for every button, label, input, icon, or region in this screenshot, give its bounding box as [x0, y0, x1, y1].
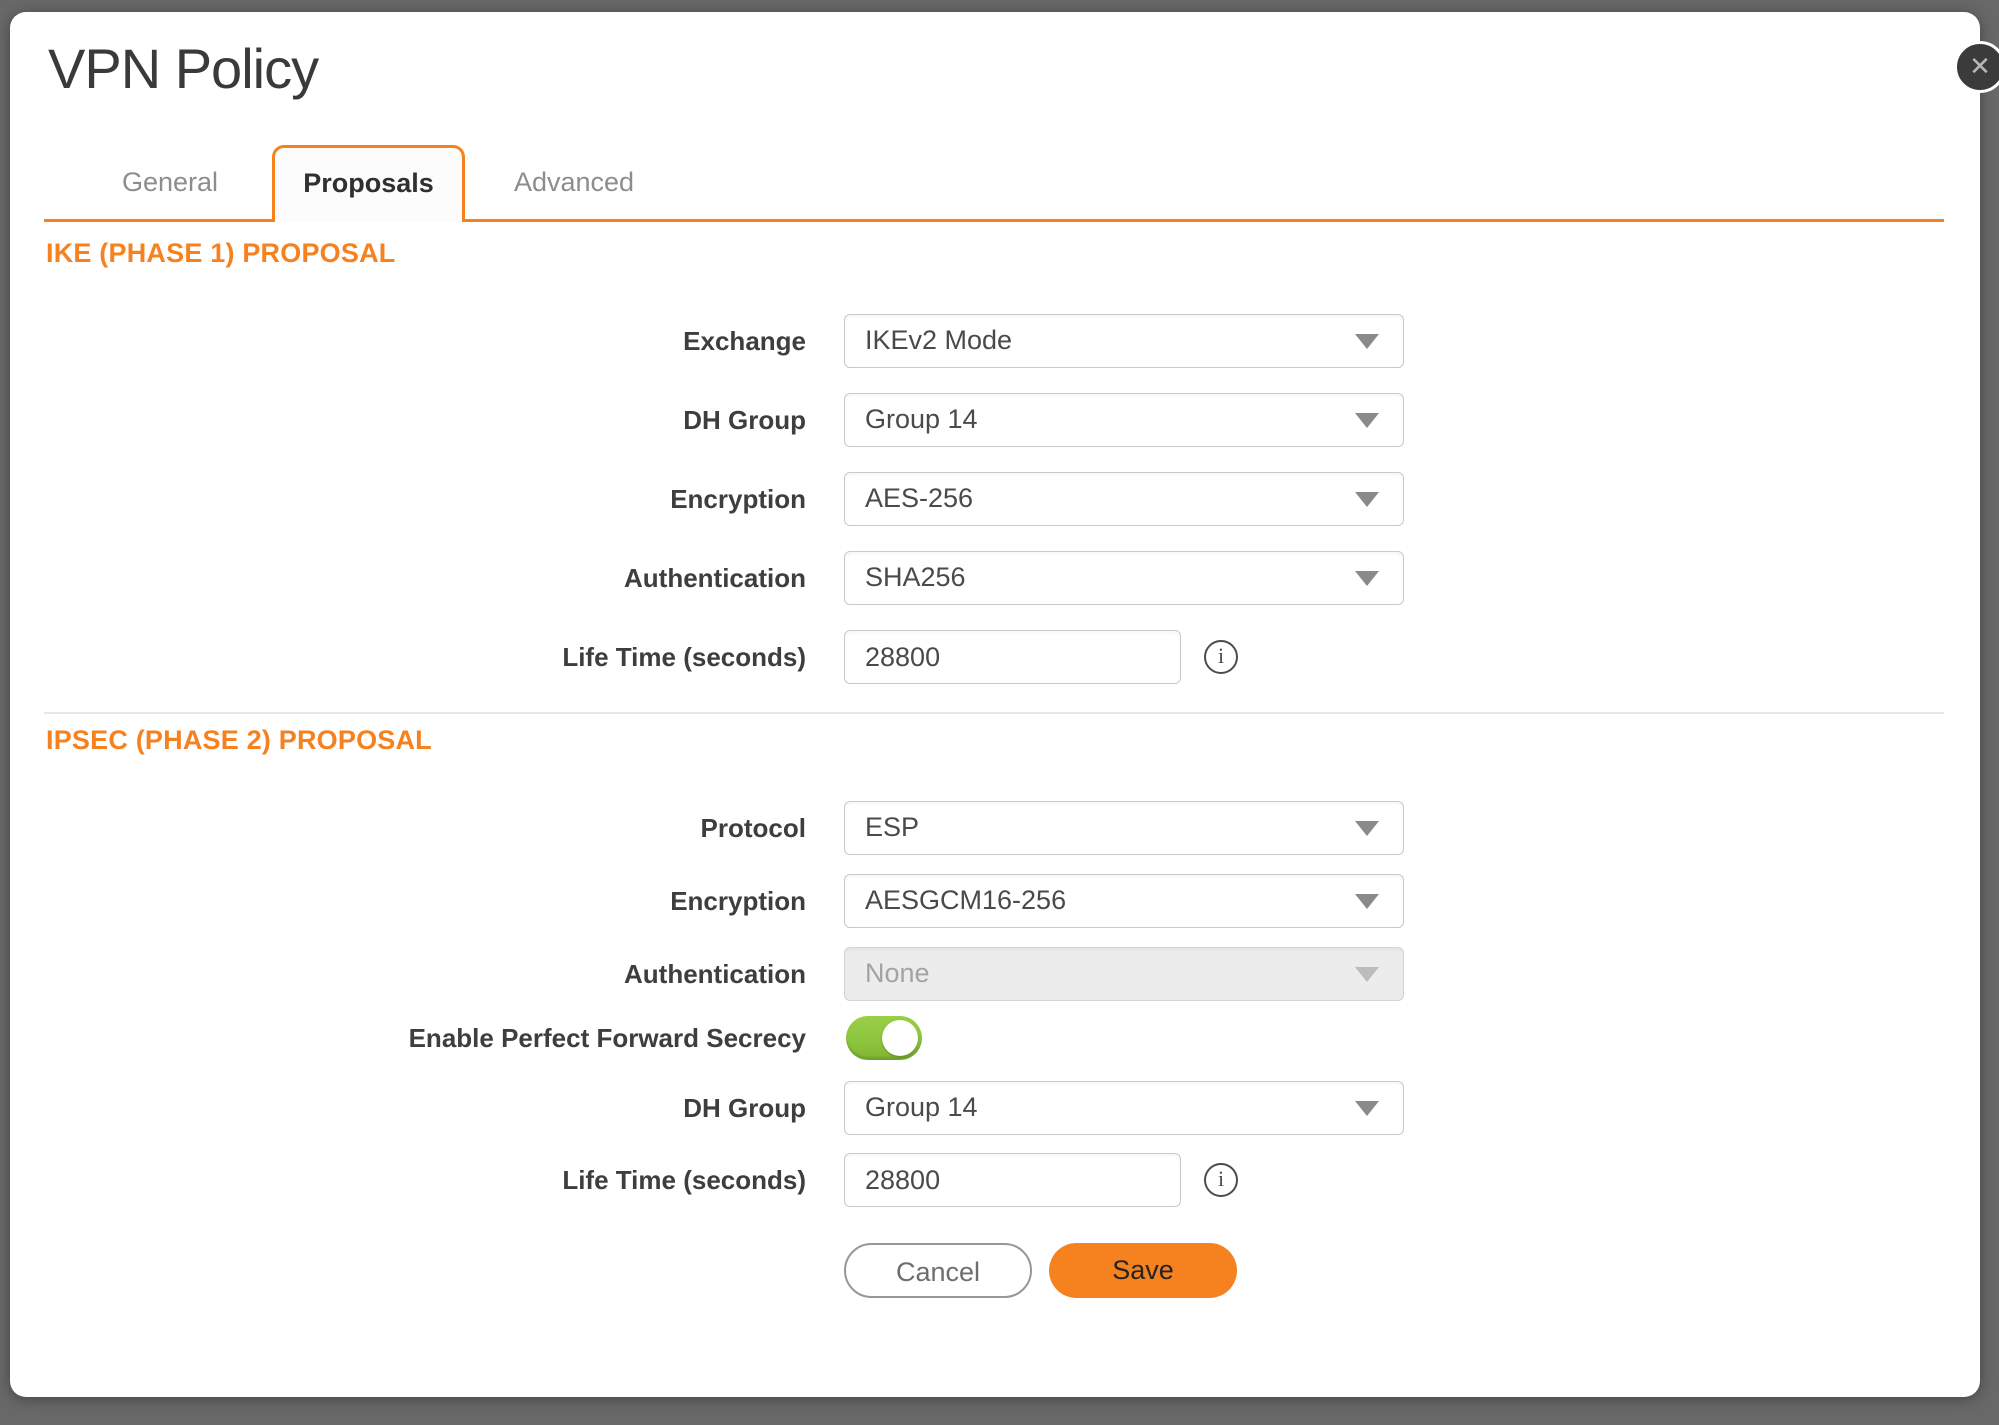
- dh-group-select-p1[interactable]: Group 14: [844, 393, 1404, 447]
- authentication-label: Authentication: [10, 947, 806, 1001]
- form-row-encryption-p1: Encryption AES-256: [10, 472, 1980, 526]
- pfs-toggle-on[interactable]: [846, 1016, 922, 1060]
- lifetime-label: Life Time (seconds): [10, 1153, 806, 1207]
- info-icon[interactable]: i: [1204, 1163, 1238, 1197]
- dh-group-select-value: Group 14: [865, 394, 978, 445]
- tab-general[interactable]: General: [70, 145, 270, 219]
- close-button[interactable]: ✕: [1954, 41, 1999, 93]
- close-icon: ✕: [1969, 51, 1991, 81]
- lifetime-input-p1[interactable]: [844, 630, 1181, 684]
- authentication-select-value: None: [865, 948, 930, 999]
- chevron-down-icon: [1355, 967, 1379, 982]
- chevron-down-icon: [1355, 894, 1379, 909]
- tab-proposals[interactable]: Proposals: [272, 145, 465, 222]
- protocol-select[interactable]: ESP: [844, 801, 1404, 855]
- section-heading-ipsec-phase2: IPSEC (PHASE 2) PROPOSAL: [46, 725, 432, 756]
- form-row-authentication-p2: Authentication None: [10, 947, 1980, 1001]
- encryption-select-p1[interactable]: AES-256: [844, 472, 1404, 526]
- cancel-button[interactable]: Cancel: [844, 1243, 1032, 1298]
- chevron-down-icon: [1355, 821, 1379, 836]
- dh-group-label: DH Group: [10, 1081, 806, 1135]
- protocol-select-value: ESP: [865, 802, 919, 853]
- info-icon[interactable]: i: [1204, 640, 1238, 674]
- authentication-select-p1[interactable]: SHA256: [844, 551, 1404, 605]
- save-button[interactable]: Save: [1049, 1243, 1237, 1298]
- form-row-lifetime-p1: Life Time (seconds) i: [10, 630, 1980, 684]
- chevron-down-icon: [1355, 571, 1379, 586]
- dh-group-select-p2[interactable]: Group 14: [844, 1081, 1404, 1135]
- form-row-exchange: Exchange IKEv2 Mode: [10, 314, 1980, 368]
- encryption-select-p2[interactable]: AESGCM16-256: [844, 874, 1404, 928]
- form-row-lifetime-p2: Life Time (seconds) i: [10, 1153, 1980, 1207]
- toggle-knob: [882, 1020, 918, 1056]
- dh-group-label: DH Group: [10, 393, 806, 447]
- dh-group-select-value: Group 14: [865, 1082, 978, 1133]
- encryption-label: Encryption: [10, 472, 806, 526]
- chevron-down-icon: [1355, 1101, 1379, 1116]
- vpn-policy-dialog: VPN Policy ✕ General Proposals Advanced …: [10, 12, 1980, 1397]
- section-heading-ike-phase1: IKE (PHASE 1) PROPOSAL: [46, 238, 395, 269]
- lifetime-label: Life Time (seconds): [10, 630, 806, 684]
- exchange-select[interactable]: IKEv2 Mode: [844, 314, 1404, 368]
- form-row-protocol: Protocol ESP: [10, 801, 1980, 855]
- section-divider: [44, 712, 1944, 714]
- form-row-authentication-p1: Authentication SHA256: [10, 551, 1980, 605]
- encryption-label: Encryption: [10, 874, 806, 928]
- authentication-select-value: SHA256: [865, 552, 966, 603]
- form-row-dh-group-p1: DH Group Group 14: [10, 393, 1980, 447]
- page-title: VPN Policy: [48, 36, 318, 102]
- form-row-dh-group-p2: DH Group Group 14: [10, 1081, 1980, 1135]
- protocol-label: Protocol: [10, 801, 806, 855]
- form-row-pfs: Enable Perfect Forward Secrecy: [10, 1016, 1980, 1060]
- authentication-label: Authentication: [10, 551, 806, 605]
- authentication-select-p2-disabled: None: [844, 947, 1404, 1001]
- chevron-down-icon: [1355, 334, 1379, 349]
- lifetime-input-p2[interactable]: [844, 1153, 1181, 1207]
- encryption-select-value: AESGCM16-256: [865, 875, 1066, 926]
- exchange-label: Exchange: [10, 314, 806, 368]
- encryption-select-value: AES-256: [865, 473, 973, 524]
- form-row-encryption-p2: Encryption AESGCM16-256: [10, 874, 1980, 928]
- chevron-down-icon: [1355, 492, 1379, 507]
- pfs-label: Enable Perfect Forward Secrecy: [10, 1016, 806, 1060]
- chevron-down-icon: [1355, 413, 1379, 428]
- tab-advanced[interactable]: Advanced: [474, 145, 674, 219]
- exchange-select-value: IKEv2 Mode: [865, 315, 1012, 366]
